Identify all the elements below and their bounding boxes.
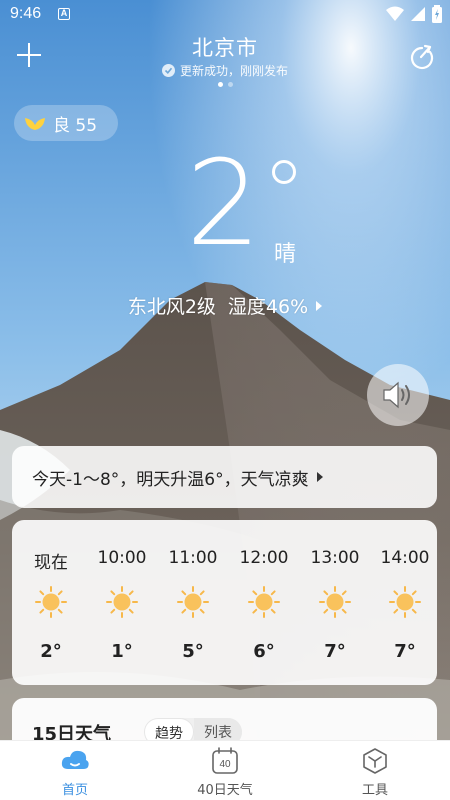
hour-time: 11:00 [168,548,218,568]
forecast-summary-card[interactable]: 今天-1～8°，明天升温6°，天气凉爽 [12,446,437,508]
battery-icon [432,5,442,23]
aqi-label: 良 55 [53,115,98,136]
aqi-badge[interactable]: 良 55 [14,105,118,141]
hour-time: 13:00 [310,548,360,568]
hourly-item[interactable]: 11:00 5° [158,520,228,685]
hourly-item[interactable]: 10:00 1° [87,520,157,685]
hourly-item[interactable]: 12:00 6° [229,520,299,685]
hour-temp: 7° [324,641,346,662]
sun-icon [248,586,280,618]
check-icon [161,64,175,77]
header: 北京市 更新成功，刚刚发布 [0,30,450,90]
nav-item-tools[interactable]: 工具 [300,741,450,800]
weather-condition: 晴 [274,242,297,267]
wind-text: 东北风2级 [127,296,216,318]
chevron-right-icon [316,300,323,311]
speaker-icon [383,381,410,409]
status-time: 9:46 [10,5,42,22]
status-indicators [386,5,442,23]
nav-item-40day[interactable]: 40 40日天气 [150,741,300,800]
bottom-navigation: 首页 40 40日天气 工具 [0,740,450,800]
notification-icon: A [58,8,70,20]
tools-icon [363,748,387,774]
hour-temp: 7° [394,641,416,662]
humidity-text: 湿度46% [227,296,309,318]
calendar-40-icon: 40 [212,747,238,774]
city-name[interactable]: 北京市 [0,32,450,62]
hourly-item[interactable]: 现在 2° [16,520,86,685]
sun-icon [106,586,138,618]
summary-text: 今天-1～8°，明天升温6°，天气凉爽 [32,469,309,490]
voice-broadcast-button[interactable] [367,364,429,426]
share-icon[interactable] [408,44,436,72]
wind-humidity-row[interactable]: 东北风2级 湿度46% [0,292,450,319]
nav-label: 40日天气 [197,783,253,798]
degree-symbol [272,160,296,184]
page-dot [227,82,233,87]
sun-icon [177,586,209,618]
status-bar: 9:46 A [0,0,450,30]
hourly-item[interactable]: 13:00 7° [300,520,370,685]
chevron-right-icon [316,472,323,482]
sun-icon [389,586,421,618]
current-temperature: 2 [186,134,261,272]
wifi-icon [386,6,404,21]
hour-temp: 6° [253,641,275,662]
nav-label: 工具 [361,783,388,798]
hour-temp: 2° [40,641,62,662]
hour-time: 现在 [34,553,68,573]
hour-temp: 5° [182,641,204,662]
hourly-forecast-card[interactable]: 现在 2° 10:00 1° 11:00 5° 12:00 6° 13:00 7… [12,520,437,685]
signal-icon [411,7,425,21]
page-dot-active [217,82,223,87]
update-text: 更新成功，刚刚发布 [179,64,288,78]
page-indicator [0,82,450,87]
nav-label: 首页 [61,783,88,798]
hour-temp: 1° [111,641,133,662]
hour-time: 14:00 [380,548,430,568]
weather-app: 9:46 A 北京市 更新成功，刚刚发布 良 55 2 晴 东北风2级 湿度46… [0,0,450,800]
cloud-home-icon [61,750,89,769]
hour-time: 10:00 [97,548,147,568]
calendar-number: 40 [219,759,231,770]
update-status: 更新成功，刚刚发布 [0,62,450,79]
leaf-icon [25,118,45,130]
hourly-item[interactable]: 14:00 7° [370,520,440,685]
nav-item-home[interactable]: 首页 [0,741,150,800]
sun-icon [35,586,67,618]
hour-time: 12:00 [239,548,289,568]
sun-icon [319,586,351,618]
